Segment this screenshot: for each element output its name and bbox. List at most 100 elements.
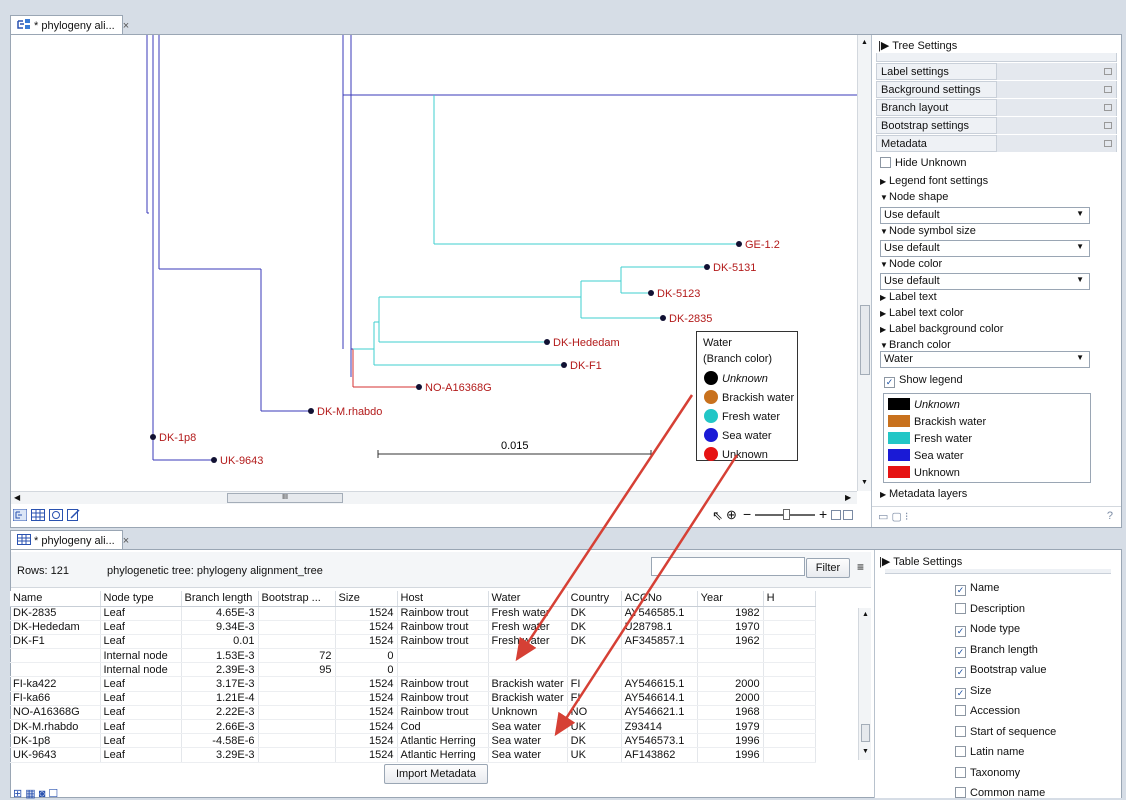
annotation-view-icon[interactable]	[67, 509, 81, 524]
table-cell[interactable]: UK	[567, 747, 622, 763]
zoom-slider-thumb[interactable]	[783, 509, 790, 520]
leaf-label[interactable]: UK-9643	[220, 455, 263, 467]
table-cell[interactable]: Atlantic Herring	[397, 747, 489, 763]
expand-panel-icon[interactable]: |▶	[879, 556, 890, 568]
table-row[interactable]: DK-Hededam Leaf 9.34E-3 1524 Rainbow trout Fr…	[10, 620, 816, 635]
table-cell[interactable]: 3.17E-3	[181, 676, 259, 692]
filter-button[interactable]: Filter	[806, 558, 850, 578]
table-cell[interactable]: UK	[567, 719, 622, 735]
table-cell[interactable]: 72	[258, 648, 336, 664]
table-cell[interactable]	[258, 606, 336, 621]
settings-section-header[interactable]: Metadata	[876, 135, 1117, 152]
table-cell[interactable]: Leaf	[100, 676, 182, 692]
table-row[interactable]: Internal node 1.53E-3 72 0	[10, 648, 816, 664]
table-cell[interactable]: 1.21E-4	[181, 691, 259, 706]
table-cell[interactable]: 1524	[335, 691, 398, 706]
table-cell[interactable]: Brackish water	[488, 691, 568, 706]
table-cell[interactable]: Internal node	[100, 648, 182, 664]
scroll-thumb[interactable]	[860, 305, 870, 375]
leaf-node[interactable]	[308, 408, 314, 414]
table-cell[interactable]	[697, 662, 764, 678]
tab-tree-view[interactable]: * phylogeny ali... ×	[10, 15, 129, 35]
view-switch-icons[interactable]: ⊞ ▦ ◙ ☐	[13, 787, 58, 800]
table-cell[interactable]: 1996	[697, 733, 764, 749]
table-view-icon[interactable]	[31, 509, 45, 524]
settings-section-header[interactable]: Branch layout	[876, 99, 1117, 116]
close-tab-icon[interactable]: ×	[123, 535, 129, 547]
table-cell[interactable]: Atlantic Herring	[397, 733, 489, 749]
table-cell[interactable]: Leaf	[100, 747, 182, 763]
table-cell[interactable]: Internal node	[100, 662, 182, 678]
column-header[interactable]: Year	[697, 591, 764, 607]
settings-footer-icons[interactable]: ▭ ▢ ⁝	[878, 510, 908, 523]
table-cell[interactable]	[763, 733, 816, 749]
leaf-node[interactable]	[561, 362, 567, 368]
leaf-label[interactable]: DK-5123	[657, 288, 700, 300]
leaf-label[interactable]: NO-A16368G	[425, 382, 492, 394]
filter-options-icon[interactable]: ≡	[857, 560, 864, 574]
table-cell[interactable]: 1524	[335, 676, 398, 692]
table-cell[interactable]: DK	[567, 733, 622, 749]
table-cell[interactable]: Cod	[397, 719, 489, 735]
table-cell[interactable]: Sea water	[488, 733, 568, 749]
table-cell[interactable]: Leaf	[100, 705, 182, 721]
scroll-up-arrow[interactable]: ▲	[862, 611, 869, 618]
table-cell[interactable]: 1982	[697, 606, 764, 621]
table-cell[interactable]: FI	[567, 691, 622, 706]
table-cell[interactable]	[763, 676, 816, 692]
table-cell[interactable]: 3.29E-3	[181, 747, 259, 763]
table-cell[interactable]: 1979	[697, 719, 764, 735]
table-cell[interactable]	[763, 747, 816, 763]
settings-section-header[interactable]: Background settings	[876, 81, 1117, 98]
table-cell[interactable]	[697, 648, 764, 664]
table-cell[interactable]	[258, 634, 336, 650]
table-cell[interactable]	[10, 648, 101, 664]
color-swatch[interactable]	[888, 398, 910, 410]
table-cell[interactable]	[621, 648, 698, 664]
table-cell[interactable]	[258, 676, 336, 692]
table-cell[interactable]: Fresh water	[488, 634, 568, 650]
legend-font-settings[interactable]: ▶ Legend font settings	[880, 175, 988, 187]
column-visibility-checkbox[interactable]: ✓ Name	[955, 582, 999, 596]
column-visibility-checkbox[interactable]: ✓ Branch length	[955, 644, 1038, 658]
column-visibility-checkbox[interactable]: Latin name	[955, 746, 1024, 758]
table-row[interactable]: FI-ka66 Leaf 1.21E-4 1524 Rainbow trout Brack…	[10, 691, 816, 706]
table-cell[interactable]: 1524	[335, 733, 398, 749]
tree-view-icon[interactable]	[12, 508, 28, 524]
column-visibility-checkbox[interactable]: Description	[955, 602, 1025, 615]
tree-horizontal-scrollbar[interactable]: ◀ III ▶	[11, 491, 857, 504]
table-cell[interactable]: 1970	[697, 620, 764, 635]
leaf-node[interactable]	[660, 315, 666, 321]
table-cell[interactable]: 1524	[335, 719, 398, 735]
table-row[interactable]: UK-9643 Leaf 3.29E-3 1524 Atlantic Herring Se…	[10, 747, 816, 763]
column-header[interactable]: Branch length	[181, 591, 259, 607]
table-cell[interactable]: Rainbow trout	[397, 691, 489, 706]
table-cell[interactable]: AY546621.1	[621, 705, 698, 721]
leaf-node[interactable]	[416, 384, 422, 390]
leaf-node[interactable]	[544, 339, 550, 345]
close-tab-icon[interactable]: ×	[123, 20, 129, 32]
node-symbol-size-section[interactable]: ▼Node symbol size	[880, 225, 976, 237]
label-text-color-section[interactable]: ▶ Label text color	[880, 307, 964, 319]
show-column-header-partial[interactable]	[885, 569, 1111, 574]
label-background-color-section[interactable]: ▶ Label background color	[880, 323, 1003, 335]
column-visibility-checkbox[interactable]: Common name	[955, 787, 1045, 799]
leaf-label[interactable]: DK-M.rhabdo	[317, 406, 382, 418]
node-settings-header-partial[interactable]	[876, 53, 1117, 62]
table-cell[interactable]	[763, 662, 816, 678]
table-cell[interactable]: Rainbow trout	[397, 676, 489, 692]
table-cell[interactable]: 0.01	[181, 634, 259, 650]
table-cell[interactable]: UK-9643	[10, 747, 101, 763]
maximize-section-icon[interactable]	[1104, 86, 1112, 93]
leaf-label[interactable]: DK-F1	[570, 360, 602, 372]
column-header[interactable]: Country	[567, 591, 622, 607]
column-visibility-checkbox[interactable]: Start of sequence	[955, 725, 1056, 738]
table-cell[interactable]: DK	[567, 634, 622, 650]
table-cell[interactable]: 0	[335, 648, 398, 664]
table-cell[interactable]: AY546585.1	[621, 606, 698, 621]
filter-input[interactable]	[651, 557, 805, 576]
table-cell[interactable]	[763, 634, 816, 650]
table-cell[interactable]: DK-1p8	[10, 733, 101, 749]
table-cell[interactable]	[397, 662, 489, 678]
show-legend-checkbox[interactable]: ✓ Show legend	[884, 374, 963, 388]
